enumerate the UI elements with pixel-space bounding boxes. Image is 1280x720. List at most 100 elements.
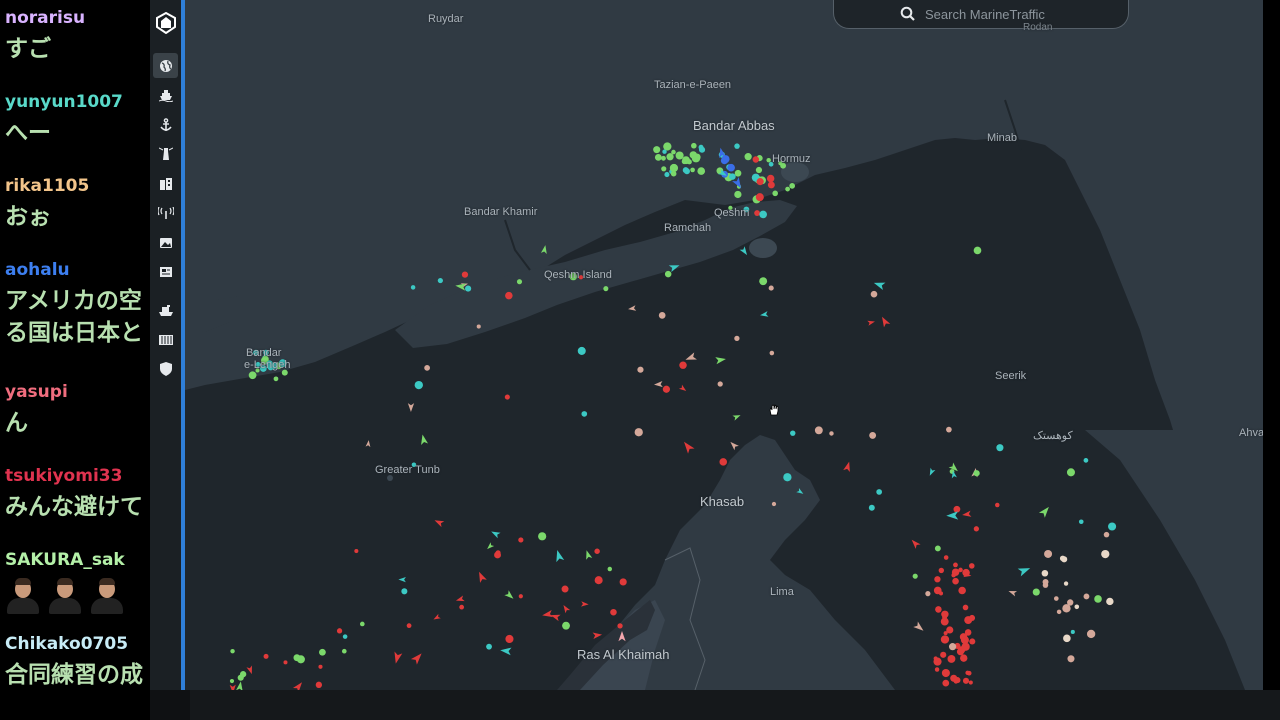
vessel-marker[interactable] — [969, 614, 976, 621]
vessel-marker[interactable] — [1008, 588, 1018, 597]
vessel-marker[interactable] — [715, 355, 726, 365]
container-icon[interactable] — [153, 327, 178, 352]
vessel-marker[interactable] — [669, 163, 679, 173]
vessel-marker[interactable] — [494, 551, 501, 559]
vessel-marker[interactable] — [476, 570, 487, 583]
vessel-marker[interactable] — [681, 439, 695, 454]
vessel-marker[interactable] — [948, 643, 957, 651]
vessel-marker[interactable] — [909, 538, 921, 549]
vessel-marker[interactable] — [634, 428, 643, 437]
vessel-marker[interactable] — [960, 636, 969, 645]
vessel-marker[interactable] — [504, 590, 515, 601]
vessel-marker[interactable] — [476, 324, 481, 329]
map-canvas[interactable]: Ruydar Tazian-e-Paeen Bandar Abbas Hormu… — [185, 0, 1263, 690]
vessel-marker[interactable] — [581, 601, 589, 607]
vessel-marker[interactable] — [960, 654, 968, 662]
vessel-marker[interactable] — [505, 291, 513, 300]
vessel-marker[interactable] — [315, 681, 323, 688]
vessel-marker[interactable] — [947, 654, 956, 663]
vessel-marker[interactable] — [995, 502, 1000, 508]
vessel-marker[interactable] — [873, 279, 886, 290]
vessel-marker[interactable] — [666, 153, 674, 161]
vessel-marker[interactable] — [1044, 549, 1053, 558]
vessel-marker[interactable] — [789, 183, 796, 189]
fleet-icon[interactable] — [153, 297, 178, 322]
vessel-marker[interactable] — [668, 262, 681, 273]
vessel-marker[interactable] — [675, 151, 684, 160]
vessel-marker[interactable] — [1101, 549, 1110, 559]
vessel-marker[interactable] — [246, 665, 254, 675]
vessel-marker[interactable] — [732, 413, 741, 421]
vessel-marker[interactable] — [966, 670, 972, 676]
vessel-marker[interactable] — [962, 677, 970, 684]
vessel-marker[interactable] — [459, 604, 465, 610]
vessel-marker[interactable] — [432, 613, 441, 622]
vessel-marker[interactable] — [729, 173, 736, 180]
vessel-marker[interactable] — [607, 566, 613, 572]
vessel-marker[interactable] — [1038, 504, 1052, 518]
vessel-marker[interactable] — [455, 282, 467, 291]
vessel-marker[interactable] — [505, 634, 514, 644]
vessel-marker[interactable] — [759, 210, 767, 219]
vessel-marker[interactable] — [1078, 519, 1084, 525]
vessel-marker[interactable] — [1094, 595, 1102, 603]
vessel-marker[interactable] — [683, 168, 690, 175]
vessel-marker[interactable] — [1070, 629, 1075, 634]
vessel-marker[interactable] — [958, 567, 963, 573]
vessel-marker[interactable] — [734, 143, 740, 149]
vessel-marker[interactable] — [870, 290, 878, 298]
vessel-marker[interactable] — [292, 680, 305, 690]
vessel-marker[interactable] — [1032, 588, 1040, 596]
vessel-marker[interactable] — [1074, 604, 1080, 610]
vessel-marker[interactable] — [414, 380, 423, 390]
vessel-marker[interactable] — [721, 155, 730, 164]
vessel-marker[interactable] — [879, 315, 891, 328]
vessel-marker[interactable] — [406, 623, 412, 629]
vessel-marker[interactable] — [319, 648, 326, 656]
vessel-marker[interactable] — [628, 305, 637, 312]
vessel-marker[interactable] — [619, 578, 627, 586]
vessel-marker[interactable] — [486, 643, 492, 650]
vessel-marker[interactable] — [664, 172, 670, 178]
vessel-marker[interactable] — [561, 585, 569, 593]
photo-icon[interactable] — [153, 230, 178, 255]
vessel-marker[interactable] — [943, 555, 949, 560]
vessel-marker[interactable] — [790, 430, 796, 436]
vessel-marker[interactable] — [759, 277, 768, 286]
vessel-marker[interactable] — [953, 505, 961, 513]
vessel-marker[interactable] — [678, 384, 688, 393]
vessel-marker[interactable] — [1041, 569, 1049, 577]
vessel-marker[interactable] — [697, 167, 706, 175]
vessel-marker[interactable] — [755, 193, 764, 202]
vessel-marker[interactable] — [461, 271, 469, 278]
vessel-marker[interactable] — [769, 350, 775, 356]
vessel-marker[interactable] — [419, 434, 429, 446]
vessel-marker[interactable] — [658, 311, 666, 319]
vessel-marker[interactable] — [942, 679, 950, 687]
vessel-marker[interactable] — [766, 174, 775, 183]
vessel-marker[interactable] — [1059, 555, 1066, 562]
vessel-marker[interactable] — [956, 648, 965, 656]
vessel-marker[interactable] — [341, 648, 347, 654]
vessel-marker[interactable] — [744, 153, 752, 161]
vessel-marker[interactable] — [934, 576, 941, 583]
vessel-marker[interactable] — [973, 526, 980, 532]
vessel-marker[interactable] — [562, 621, 570, 630]
vessel-marker[interactable] — [754, 210, 761, 216]
vessel-marker[interactable] — [401, 588, 408, 595]
globe-icon[interactable] — [153, 53, 178, 78]
vessel-marker[interactable] — [485, 542, 495, 551]
vessel-marker[interactable] — [814, 426, 823, 435]
vessel-marker[interactable] — [354, 549, 359, 554]
vessel-marker[interactable] — [603, 286, 609, 292]
vessel-marker[interactable] — [962, 604, 969, 611]
vessel-marker[interactable] — [717, 381, 723, 387]
vessel-marker[interactable] — [829, 431, 834, 436]
vessel-marker[interactable] — [934, 545, 941, 552]
vessel-marker[interactable] — [594, 576, 603, 585]
vessel-marker[interactable] — [1053, 596, 1059, 601]
vessel-marker[interactable] — [670, 170, 677, 177]
vessel-marker[interactable] — [296, 655, 305, 664]
vessel-marker[interactable] — [925, 591, 931, 597]
vessel-marker[interactable] — [662, 385, 671, 393]
